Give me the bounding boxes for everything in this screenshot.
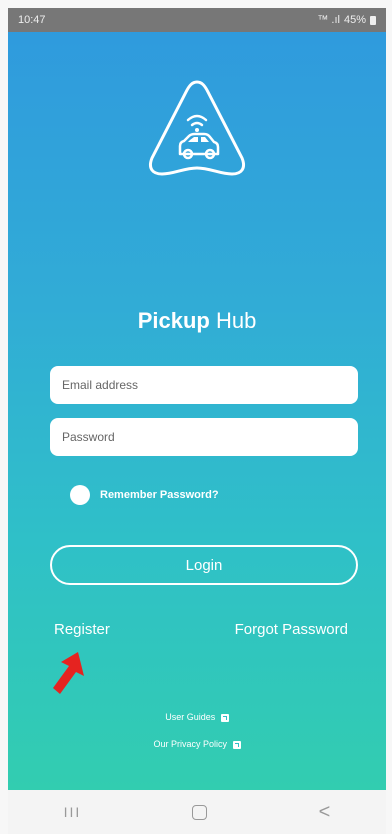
user-guides-link[interactable]: User Guides — [8, 712, 386, 722]
user-guides-label: User Guides — [165, 712, 216, 722]
external-link-icon — [220, 713, 229, 722]
status-right: ™ .ıl 45% — [317, 14, 376, 26]
battery-percent: 45% — [343, 14, 366, 26]
remember-radio[interactable] — [70, 485, 90, 505]
red-arrow-icon — [53, 652, 84, 694]
back-button[interactable]: < — [319, 802, 331, 822]
system-nav-bar: III < — [8, 790, 386, 834]
forgot-password-link[interactable]: Forgot Password — [235, 621, 348, 638]
recent-apps-button[interactable]: III — [64, 804, 82, 820]
email-input[interactable] — [50, 366, 358, 404]
app-title-bold: Pickup — [137, 308, 210, 333]
battery-icon — [370, 15, 376, 25]
remember-label: Remember Password? — [100, 489, 219, 501]
car-wifi-logo-icon — [148, 80, 246, 176]
external-link-icon — [232, 740, 241, 749]
signal-icon: ™ .ıl — [317, 14, 340, 26]
app-title: Pickup Hub — [8, 308, 386, 334]
remember-password-toggle[interactable]: Remember Password? — [70, 485, 219, 505]
login-button[interactable]: Login — [50, 545, 358, 585]
password-input[interactable] — [50, 418, 358, 456]
status-time: 10:47 — [18, 14, 46, 26]
privacy-policy-link[interactable]: Our Privacy Policy — [8, 739, 386, 749]
privacy-policy-label: Our Privacy Policy — [153, 739, 227, 749]
app-title-rest: Hub — [215, 308, 257, 333]
app-screen: 10:47 ™ .ıl 45% Pickup Hub Remember Pass… — [8, 8, 386, 790]
home-button[interactable] — [192, 804, 208, 820]
register-link[interactable]: Register — [54, 621, 110, 638]
status-bar: 10:47 ™ .ıl 45% — [8, 8, 386, 32]
